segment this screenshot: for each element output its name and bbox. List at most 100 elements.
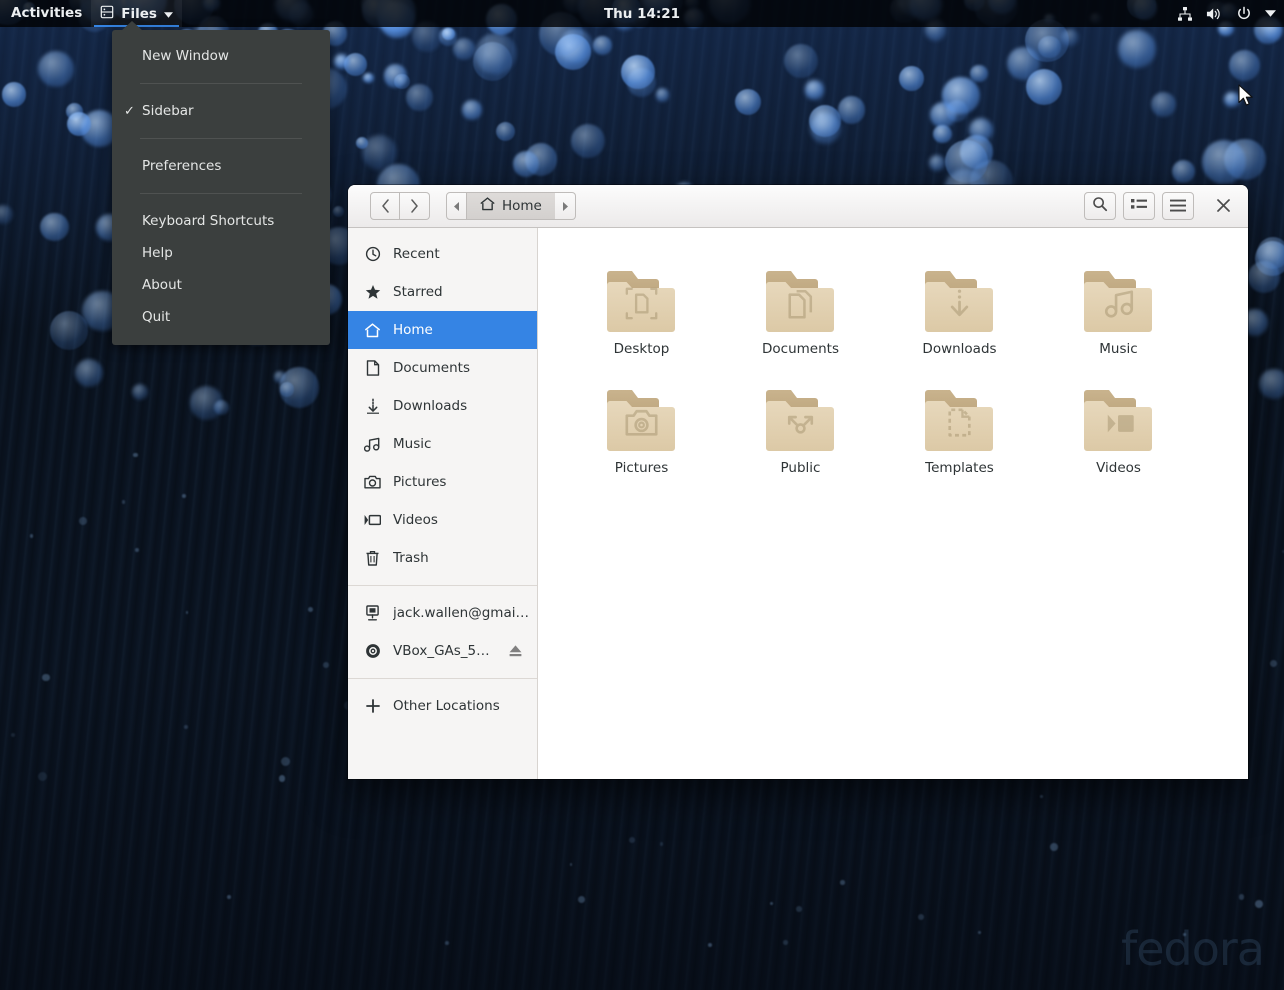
breadcrumb-home[interactable]: Home <box>467 192 555 220</box>
menu-item-label: New Window <box>142 48 229 64</box>
sidebar-item-other-locations[interactable]: Other Locations <box>348 687 537 725</box>
menu-item-new-window[interactable]: New Window <box>112 40 330 72</box>
menu-item-sidebar[interactable]: ✓ Sidebar <box>112 95 330 127</box>
bokeh-dot <box>783 44 818 79</box>
bokeh-dot <box>513 150 539 177</box>
folder-icon <box>566 373 717 455</box>
sidebar-item-label: Other Locations <box>393 698 500 714</box>
files-window-icon <box>100 5 114 23</box>
sidebar-item-trash[interactable]: Trash <box>348 539 537 577</box>
bokeh-dot <box>1151 92 1177 117</box>
sidebar-item-pictures[interactable]: Pictures <box>348 463 537 501</box>
sidebar-separator <box>348 678 537 679</box>
clock[interactable]: Thu 14:21 <box>604 6 680 22</box>
home-icon <box>480 197 495 215</box>
sidebar-item-videos[interactable]: Videos <box>348 501 537 539</box>
system-tray <box>1177 6 1276 22</box>
list-view-icon <box>1131 197 1147 216</box>
remote-computer-icon <box>364 605 381 621</box>
menu-item-quit[interactable]: Quit <box>112 301 330 333</box>
bokeh-dot <box>655 88 670 102</box>
file-item[interactable]: Templates <box>880 367 1039 486</box>
file-item-label: Pictures <box>614 460 669 476</box>
sidebar-item-recent[interactable]: Recent <box>348 235 537 273</box>
file-item[interactable]: Desktop <box>562 248 721 367</box>
folder-icon <box>725 373 876 455</box>
home-icon <box>364 322 381 338</box>
sidebar-item-vbox-guest-additions[interactable]: VBox_GAs_5… <box>348 632 537 670</box>
download-icon <box>364 398 381 414</box>
sidebar-item-downloads[interactable]: Downloads <box>348 387 537 425</box>
app-menu-label: Files <box>121 5 157 22</box>
bokeh-dot <box>1118 30 1156 68</box>
sidebar-item-label: Trash <box>393 550 429 566</box>
forward-button[interactable] <box>400 192 430 220</box>
file-item[interactable]: Public <box>721 367 880 486</box>
view-toggle-button[interactable] <box>1123 192 1155 220</box>
file-item-label: Desktop <box>613 341 670 357</box>
sidebar-item-network-share[interactable]: jack.wallen@gmai… <box>348 594 537 632</box>
file-grid: Desktop Documents Downloads Music Pictures Pu… <box>562 248 1234 486</box>
menu-item-label: Quit <box>142 309 171 325</box>
path-scroll-right-button[interactable] <box>554 192 576 220</box>
file-item[interactable]: Music <box>1039 248 1198 367</box>
bokeh-dot <box>185 611 189 614</box>
sidebar-item-home[interactable]: Home <box>348 311 537 349</box>
bokeh-dot <box>363 72 374 84</box>
path-scroll-left-button[interactable] <box>446 192 467 220</box>
sidebar-separator <box>348 585 537 586</box>
bokeh-dot <box>734 89 761 115</box>
bokeh-dot <box>462 100 483 120</box>
menu-separator <box>140 83 302 84</box>
window-header-bar: Home <box>348 185 1248 228</box>
sidebar-item-label: Starred <box>393 284 443 300</box>
folder-icon <box>566 254 717 336</box>
menu-item-about[interactable]: About <box>112 269 330 301</box>
system-menu-chevron-icon[interactable] <box>1265 10 1276 17</box>
bokeh-dot <box>1248 261 1280 294</box>
sidebar-item-documents[interactable]: Documents <box>348 349 537 387</box>
bokeh-dot <box>1040 794 1043 798</box>
header-right-controls <box>1084 191 1240 221</box>
bokeh-dot <box>1229 49 1261 81</box>
network-icon[interactable] <box>1177 6 1193 22</box>
bokeh-dot <box>131 383 148 401</box>
bokeh-dot <box>1006 47 1040 81</box>
menu-item-help[interactable]: Help <box>112 237 330 269</box>
bokeh-dot <box>190 386 224 420</box>
file-item[interactable]: Downloads <box>880 248 1039 367</box>
bokeh-dot <box>783 940 788 945</box>
search-button[interactable] <box>1084 192 1116 220</box>
sidebar-item-music[interactable]: Music <box>348 425 537 463</box>
sidebar-item-label: Recent <box>393 246 440 262</box>
bokeh-dot <box>444 940 449 945</box>
search-icon <box>1092 196 1108 216</box>
volume-icon[interactable] <box>1206 6 1223 22</box>
file-item-label: Downloads <box>922 341 997 357</box>
sidebar-item-label: Music <box>393 436 432 452</box>
sidebar-item-starred[interactable]: Starred <box>348 273 537 311</box>
activities-button[interactable]: Activities <box>0 0 91 27</box>
menu-item-label: About <box>142 277 182 293</box>
close-button[interactable] <box>1208 191 1238 221</box>
bokeh-dot <box>279 382 295 397</box>
menu-item-keyboard-shortcuts[interactable]: Keyboard Shortcuts <box>112 205 330 237</box>
menu-item-preferences[interactable]: Preferences <box>112 150 330 182</box>
files-window: Home Recent Starred Home Documents Downl… <box>348 185 1248 779</box>
bokeh-dot <box>1224 91 1240 108</box>
back-button[interactable] <box>370 192 400 220</box>
power-icon[interactable] <box>1236 6 1252 22</box>
sidebar-item-label: Home <box>393 322 433 338</box>
file-item[interactable]: Videos <box>1039 367 1198 486</box>
bokeh-dot <box>183 724 189 729</box>
bokeh-dot <box>593 35 612 55</box>
eject-icon[interactable] <box>508 644 523 658</box>
file-item[interactable]: Pictures <box>562 367 721 486</box>
sidebar-item-label: Downloads <box>393 398 468 414</box>
path-bar: Home <box>446 192 576 220</box>
file-item[interactable]: Documents <box>721 248 880 367</box>
bokeh-dot <box>1259 369 1284 399</box>
file-grid-view[interactable]: Desktop Documents Downloads Music Pictures Pu… <box>538 228 1248 779</box>
check-icon: ✓ <box>124 103 135 119</box>
hamburger-menu-button[interactable] <box>1162 192 1194 220</box>
